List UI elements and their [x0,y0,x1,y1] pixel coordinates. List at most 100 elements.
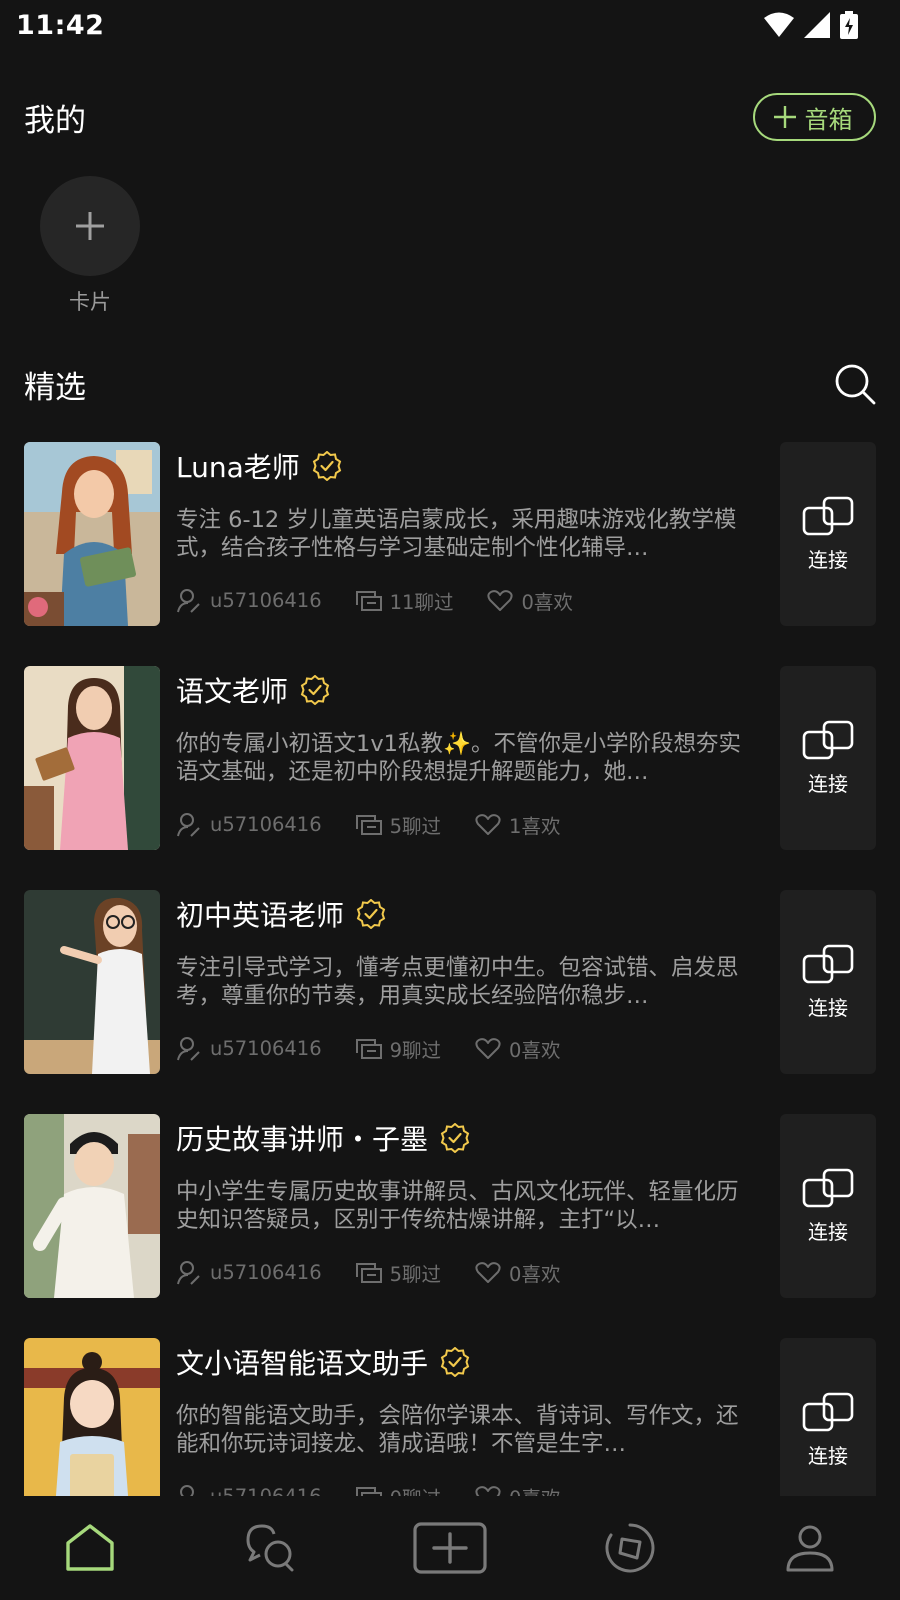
list-item[interactable]: 文小语智能语文助手 你的智能语文助手，会陪你学课本、背诗词、写作文，还能和你玩诗… [24,1338,876,1496]
connect-button[interactable]: 连接 [780,890,876,1074]
add-speaker-button[interactable]: 音箱 [753,93,876,141]
connect-button[interactable]: 连接 [780,442,876,626]
home-icon [66,1524,114,1571]
chat-icon [246,1524,294,1572]
likes-meta[interactable]: 0喜欢 [475,1258,560,1287]
card-title: 文小语智能语文助手 [176,1347,429,1380]
heart-icon [487,589,514,611]
card-body[interactable]: 初中英语老师 专注引导式学习，懂考点更懂初中生。包容试错、启发思考，尊重你的节奏… [176,890,746,1074]
user-icon [180,1484,194,1496]
connect-label: 连接 [808,547,848,572]
chats-meta: 5聊过 [355,1258,441,1287]
card-meta: u57106416 0聊过 0喜欢 [176,1482,746,1496]
likes-meta[interactable]: 0喜欢 [487,586,573,615]
connect-icon [802,944,854,983]
verified-badge-icon [356,899,386,929]
chat-count: 9聊过 [389,1039,442,1062]
connect-icon [802,1168,854,1207]
battery-icon [840,11,858,39]
character-avatar[interactable] [24,666,160,850]
discover-icon [605,1523,655,1573]
nav-chat[interactable] [220,1513,320,1583]
nav-profile[interactable] [760,1513,860,1583]
author-id: u57106416 [210,1261,322,1284]
card-title: 初中英语老师 [176,899,345,932]
list-item[interactable]: 初中英语老师 专注引导式学习，懂考点更懂初中生。包容试错、启发思考，尊重你的节奏… [24,890,876,1074]
profile-icon [786,1525,834,1572]
connect-button[interactable]: 连接 [780,1114,876,1298]
plus-icon [773,106,796,128]
list-item[interactable]: Luna老师 专注 6-12 岁儿童英语启蒙成长，采用趣味游戏化教学模式，结合孩… [24,442,876,626]
card-meta: u57106416 5聊过 1喜欢 [176,810,746,839]
heart-icon [475,1261,501,1283]
nav-discover[interactable] [580,1513,680,1583]
chats-meta: 0聊过 [355,1482,441,1496]
character-avatar[interactable] [24,442,160,626]
author-meta: u57106416 [176,588,322,614]
likes-meta[interactable]: 0喜欢 [475,1034,560,1063]
character-avatar[interactable] [24,890,160,1074]
plus-icon [76,212,104,240]
list-item[interactable]: 语文老师 你的专属小初语文1v1私教✨。不管你是小学阶段想夯实语文基础，还是初中… [24,666,876,850]
like-count: 0喜欢 [509,1263,561,1286]
create-icon [413,1522,487,1574]
speaker-button-label: 音箱 [804,105,853,134]
list-item[interactable]: 历史故事讲师・子墨 中小学生专属历史故事讲解员、古风文化玩伴、轻量化历史知识答疑… [24,1114,876,1298]
featured-list[interactable]: Luna老师 专注 6-12 岁儿童英语启蒙成长，采用趣味游戏化教学模式，结合孩… [0,442,900,1496]
author-meta: u57106416 [176,1260,322,1286]
card-description: 中小学生专属历史故事讲解员、古风文化玩伴、轻量化历史知识答疑员，区别于传统枯燥讲… [176,1179,739,1233]
chats-meta: 11聊过 [355,586,453,615]
connect-button[interactable]: 连接 [780,666,876,850]
featured-title: 精选 [24,369,86,406]
card-title: 语文老师 [176,675,289,708]
chat-count-icon [355,590,382,611]
heart-icon [475,1485,501,1496]
likes-meta[interactable]: 1喜欢 [475,810,560,839]
card-title: 历史故事讲师・子墨 [176,1123,429,1156]
add-card-circle[interactable] [40,176,140,276]
connect-label: 连接 [808,771,848,796]
card-description: 专注引导式学习，懂考点更懂初中生。包容试错、启发思考，尊重你的节奏，用真实成长经… [176,955,739,1009]
user-icon [177,812,200,837]
chat-count-icon [355,814,382,835]
card-meta: u57106416 9聊过 0喜欢 [176,1034,746,1063]
nav-home[interactable] [40,1513,140,1583]
add-card-button[interactable]: 卡片 [40,176,140,316]
connect-icon [802,1392,854,1431]
connect-label: 连接 [808,1219,848,1244]
card-description: 你的智能语文助手，会陪你学课本、背诗词、写作文，还能和你玩诗词接龙、猜成语哦！不… [176,1403,739,1457]
like-count: 0喜欢 [521,591,573,614]
user-icon [177,588,200,613]
connect-icon [802,496,854,535]
card-description: 你的专属小初语文1v1私教✨。不管你是小学阶段想夯实语文基础，还是初中阶段想提升… [176,731,741,785]
character-avatar[interactable] [24,1338,160,1496]
author-id: u57106416 [210,1485,322,1496]
search-icon[interactable] [834,363,876,405]
like-count: 0喜欢 [509,1482,560,1496]
card-body[interactable]: 语文老师 你的专属小初语文1v1私教✨。不管你是小学阶段想夯实语文基础，还是初中… [176,666,746,850]
connect-label: 连接 [808,1443,848,1468]
verified-badge-icon [312,451,341,481]
card-body[interactable]: 文小语智能语文助手 你的智能语文助手，会陪你学课本、背诗词、写作文，还能和你玩诗… [176,1338,746,1496]
connect-button[interactable]: 连接 [780,1338,876,1496]
chat-count-icon [355,1486,382,1496]
connect-label: 连接 [808,995,848,1020]
author-id: u57106416 [210,813,322,836]
author-meta: u57106416 [176,1036,322,1062]
card-meta: u57106416 11聊过 0喜欢 [176,586,746,615]
like-count: 1喜欢 [509,815,561,838]
card-body[interactable]: 历史故事讲师・子墨 中小学生专属历史故事讲解员、古风文化玩伴、轻量化历史知识答疑… [176,1114,746,1298]
author-meta: u57106416 [176,812,322,838]
add-card-label: 卡片 [69,290,111,314]
heart-icon [475,813,501,835]
chat-count: 5聊过 [389,815,442,838]
mine-header: 我的 音箱 [24,92,876,142]
card-description: 专注 6-12 岁儿童英语启蒙成长，采用趣味游戏化教学模式，结合孩子性格与学习基… [176,507,737,561]
card-meta: u57106416 5聊过 0喜欢 [176,1258,746,1287]
nav-create[interactable] [400,1513,500,1583]
card-body[interactable]: Luna老师 专注 6-12 岁儿童英语启蒙成长，采用趣味游戏化教学模式，结合孩… [176,442,746,626]
likes-meta[interactable]: 0喜欢 [475,1482,560,1496]
verified-badge-icon [440,1347,470,1377]
character-avatar[interactable] [24,1114,160,1298]
author-meta: u57106416 [176,1484,322,1496]
